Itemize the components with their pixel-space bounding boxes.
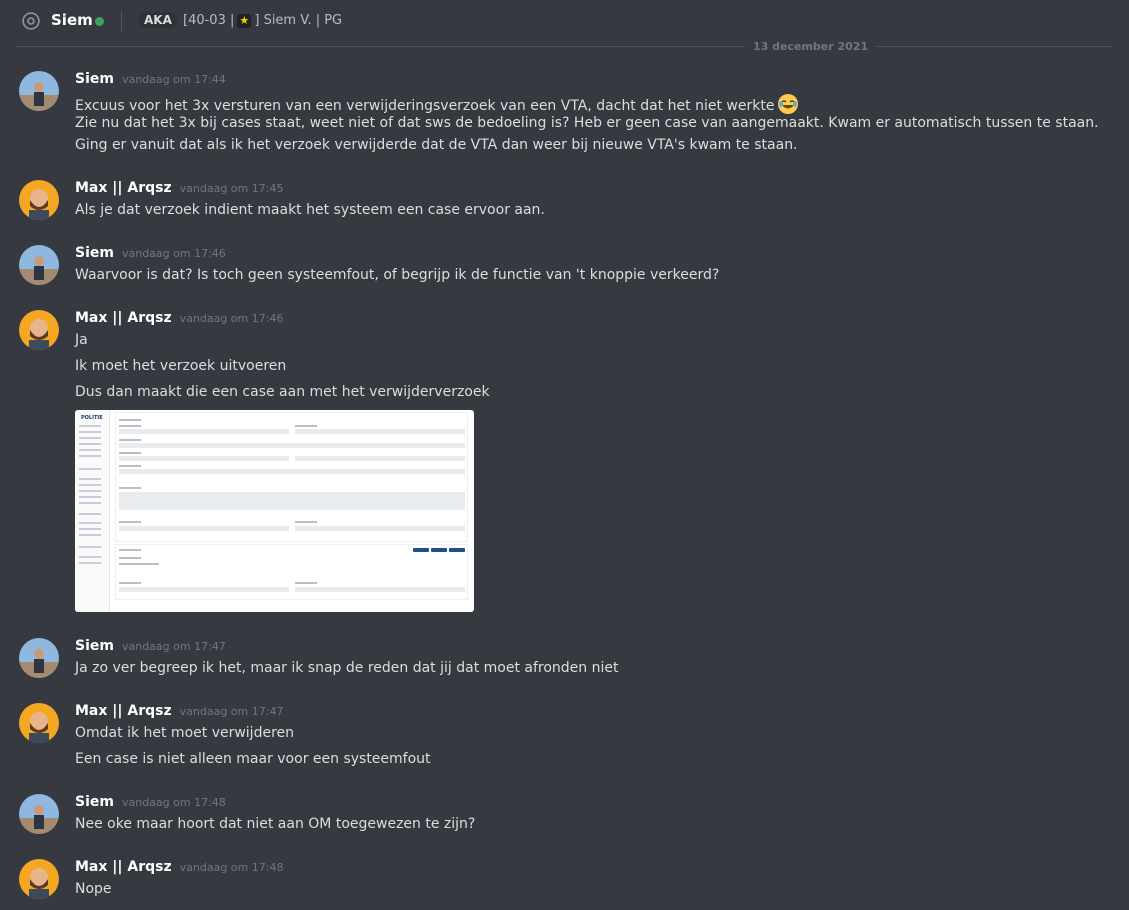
avatar-max-icon — [19, 180, 59, 220]
attachment-logo: POLITIE — [81, 415, 103, 421]
avatar[interactable] — [19, 859, 59, 899]
avatar-max-icon — [19, 310, 59, 350]
nickname-list: [40-03 | ★ ] Siem V. | PG — [183, 13, 342, 28]
message-text: Ja zo ver begreep ik het, maar ik snap d… — [75, 660, 619, 676]
image-attachment[interactable]: POLITIE — [75, 410, 474, 612]
message-timestamp: vandaag om 17:48 — [179, 861, 284, 874]
star-icon: ★ — [237, 13, 252, 28]
attachment-case-panel — [115, 544, 468, 600]
avatar[interactable] — [19, 310, 59, 350]
message-timestamp: vandaag om 17:46 — [179, 312, 284, 325]
avatar-siem-icon — [19, 638, 59, 678]
author-name[interactable]: Siem — [75, 245, 114, 261]
online-status-icon — [95, 17, 104, 26]
avatar[interactable] — [19, 638, 59, 678]
avatar[interactable] — [19, 71, 59, 111]
aka-badge: AKA — [139, 12, 177, 28]
author-name[interactable]: Max || Arqsz — [75, 703, 172, 719]
avatar[interactable] — [19, 245, 59, 285]
message-text: Omdat ik het moet verwijderen — [75, 725, 295, 741]
author-name[interactable]: Siem — [75, 638, 114, 654]
message-timestamp: vandaag om 17:47 — [121, 640, 226, 653]
message-timestamp: vandaag om 17:44 — [121, 73, 226, 86]
message-text: Nee oke maar hoort dat niet aan OM toege… — [75, 816, 476, 832]
attachment-sidebar: POLITIE — [75, 410, 110, 612]
avatar[interactable] — [19, 794, 59, 834]
nickname-prefix: [40-03 | — [183, 13, 235, 28]
message-timestamp: vandaag om 17:48 — [121, 796, 226, 809]
date-divider — [16, 46, 1112, 47]
message-text: Zie nu dat het 3x bij cases staat, weet … — [75, 115, 1099, 131]
avatar-siem-icon — [19, 71, 59, 111]
nickname-suffix: ] Siem V. | PG — [254, 13, 343, 28]
at-sign-icon — [22, 12, 40, 30]
avatar-siem-icon — [19, 794, 59, 834]
message-text: Een case is niet alleen maar voor een sy… — [75, 751, 431, 767]
avatar-max-icon — [19, 859, 59, 899]
message-text: Nope — [75, 881, 112, 897]
message-text: Als je dat verzoek indient maakt het sys… — [75, 202, 545, 218]
message-text: Excuus voor het 3x versturen van een ver… — [75, 98, 775, 114]
message-text: Ging er vanuit dat als ik het verzoek ve… — [75, 137, 798, 153]
message-text: Ik moet het verzoek uitvoeren — [75, 358, 287, 374]
channel-header: Siem AKA [40-03 | ★ ] Siem V. | PG — [0, 0, 1129, 42]
avatar[interactable] — [19, 180, 59, 220]
dm-username[interactable]: Siem — [51, 11, 93, 29]
attachment-form-panel — [115, 412, 468, 542]
message-text: Waarvoor is dat? Is toch geen systeemfou… — [75, 267, 720, 283]
message-text: Dus dan maakt die een case aan met het v… — [75, 384, 490, 400]
avatar[interactable] — [19, 703, 59, 743]
author-name[interactable]: Siem — [75, 71, 114, 87]
author-name[interactable]: Max || Arqsz — [75, 180, 172, 196]
message-timestamp: vandaag om 17:46 — [121, 247, 226, 260]
avatar-siem-icon — [19, 245, 59, 285]
avatar-max-icon — [19, 703, 59, 743]
author-name[interactable]: Max || Arqsz — [75, 310, 172, 326]
date-divider-label: 13 december 2021 — [745, 40, 877, 53]
message-timestamp: vandaag om 17:47 — [179, 705, 284, 718]
author-name[interactable]: Siem — [75, 794, 114, 810]
message-timestamp: vandaag om 17:45 — [179, 182, 284, 195]
header-divider — [121, 10, 122, 32]
message-text: Ja — [75, 332, 88, 348]
joy-emoji-icon — [778, 94, 799, 114]
author-name[interactable]: Max || Arqsz — [75, 859, 172, 875]
